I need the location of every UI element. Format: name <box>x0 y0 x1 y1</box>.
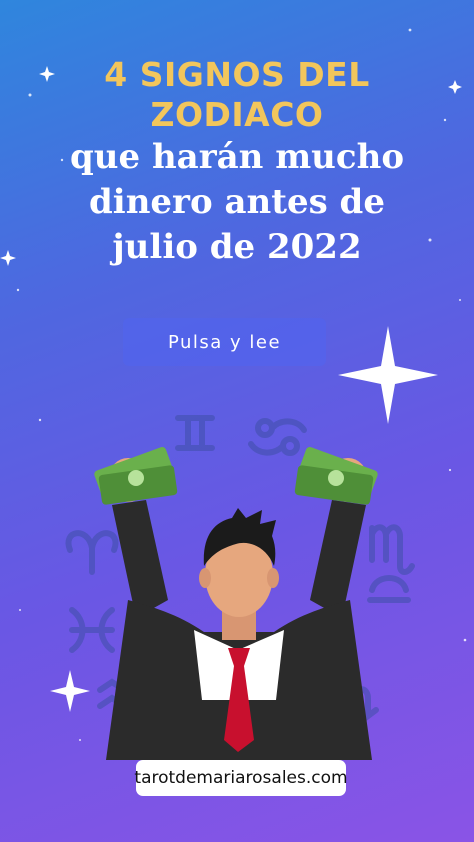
headline: 4 SIGNOS DEL ZODIACO que harán mucho din… <box>0 55 474 270</box>
headline-line-1: 4 SIGNOS DEL <box>104 55 370 94</box>
ear <box>199 568 211 588</box>
poster: 4 SIGNOS DEL ZODIACO que harán mucho din… <box>0 0 474 842</box>
pisces-icon <box>69 607 115 653</box>
headline-line-3: que harán mucho <box>69 137 404 177</box>
aries-icon <box>65 530 119 575</box>
headline-line-2: ZODIACO <box>150 95 324 134</box>
ear <box>267 568 279 588</box>
businessman-illustration <box>94 447 378 760</box>
libra-icon <box>367 575 411 603</box>
cancer-icon <box>248 418 307 456</box>
right-arm <box>310 500 366 618</box>
headline-line-4: dinero antes de <box>89 182 385 222</box>
headline-line-5: julio de 2022 <box>112 227 362 267</box>
money-right-icon <box>294 447 378 505</box>
gemini-icon <box>175 415 215 451</box>
virgo-icon <box>369 524 415 575</box>
large-sparkle-icon <box>338 326 438 424</box>
sparkle-icon <box>50 670 90 712</box>
website-link[interactable]: tarotdemariarosales.com <box>134 760 348 796</box>
left-arm <box>112 500 168 618</box>
money-left-icon <box>94 447 178 505</box>
read-more-button[interactable]: Pulsa y lee <box>123 318 326 366</box>
